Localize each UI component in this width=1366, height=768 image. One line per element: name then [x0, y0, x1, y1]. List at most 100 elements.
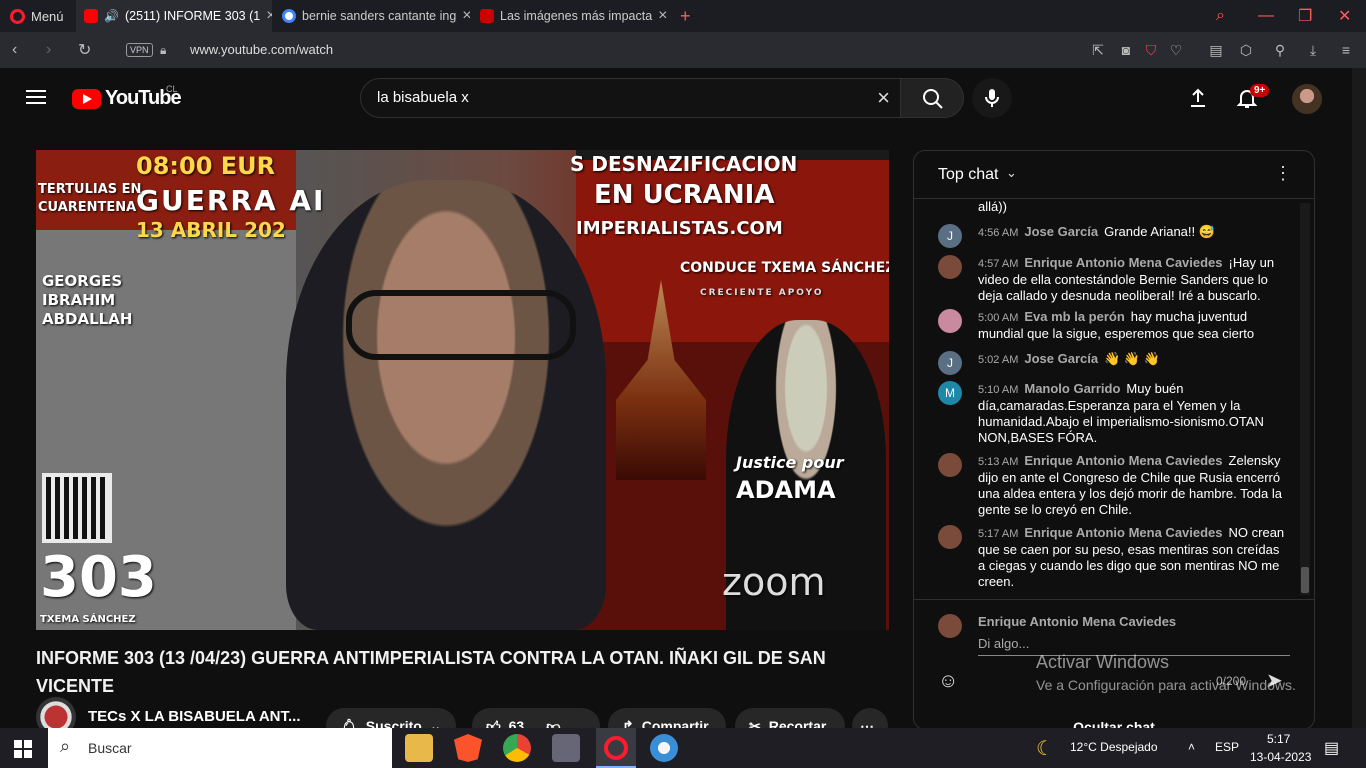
message-time: 5:10 AM — [978, 384, 1019, 396]
message-author[interactable]: Enrique Antonio Mena Caviedes — [1024, 453, 1222, 468]
heart-icon[interactable]: ♡ — [1168, 42, 1184, 58]
page-scrollbar[interactable] — [1352, 68, 1366, 730]
video-overlay-tertulias2: CUARENTENA — [38, 200, 137, 215]
camera-icon[interactable]: ◙ — [1118, 42, 1134, 58]
country-code: CL — [166, 84, 178, 94]
chevron-down-icon[interactable]: ⌄ — [1006, 165, 1017, 181]
browser-tab-bar: Menú 🔊 (2511) INFORME 303 (1 × bernie sa… — [0, 0, 1366, 32]
video-overlay-name2: IBRAHIM — [42, 291, 116, 309]
chat-header: Top chat ⌄ ⋮ — [914, 151, 1314, 199]
windows-start-icon[interactable] — [14, 740, 32, 758]
box-icon[interactable]: ⬡ — [1238, 42, 1254, 58]
chat-scrollbar[interactable] — [1300, 203, 1310, 595]
tab-youtube[interactable]: 🔊 (2511) INFORME 303 (1 × — [76, 0, 272, 32]
search-tabs-icon[interactable]: ⌕ — [1216, 0, 1225, 32]
search-input[interactable]: la bisabuela x × — [360, 78, 901, 118]
upload-icon[interactable] — [1186, 86, 1210, 110]
message-time: 5:13 AM — [978, 456, 1019, 468]
forward-icon[interactable]: › — [46, 32, 51, 68]
clock-time[interactable]: 5:17 — [1267, 732, 1290, 746]
message-text: 👋 👋 👋 — [1104, 351, 1160, 366]
video-player[interactable]: 08:00 EUR GUERRA AI 13 ABRIL 202 TERTULI… — [36, 150, 889, 630]
hamburger-menu-icon[interactable] — [26, 90, 46, 104]
message-author[interactable]: Jose García — [1024, 224, 1098, 239]
clear-search-icon[interactable]: × — [877, 85, 890, 111]
video-overlay-conduce: CONDUCE TXEMA SÁNCHEZ — [680, 260, 889, 276]
maximize-icon[interactable]: ❐ — [1298, 0, 1312, 32]
lock-icon[interactable]: 🔒︎ — [160, 32, 166, 68]
close-tab-icon[interactable]: × — [266, 7, 272, 25]
video-overlay-ucrania: EN UCRANIA — [594, 180, 775, 210]
avatar[interactable] — [938, 309, 962, 333]
emoji-icon[interactable]: ☺ — [938, 670, 958, 693]
taskbar-search[interactable]: ⌕ Buscar — [48, 728, 392, 768]
wallet-icon[interactable]: ▤ — [1208, 42, 1224, 58]
message-time: 4:56 AM — [978, 227, 1019, 239]
chrome-icon[interactable] — [503, 734, 531, 762]
video-overlay-time: 08:00 EUR — [136, 152, 276, 180]
avatar[interactable] — [938, 255, 962, 279]
language-indicator[interactable]: ESP — [1215, 740, 1239, 754]
chevron-up-icon[interactable]: ˄ — [1188, 740, 1195, 754]
profile-icon[interactable]: ⚲ — [1272, 42, 1288, 58]
paint-icon[interactable] — [650, 734, 678, 762]
opera-menu-button[interactable]: Menú — [0, 0, 74, 32]
back-icon[interactable]: ‹ — [12, 32, 17, 68]
tab-cnn[interactable]: Las imágenes más impacta × — [472, 0, 668, 32]
minimize-icon[interactable]: — — [1258, 0, 1274, 32]
message-author[interactable]: Enrique Antonio Mena Caviedes — [1024, 525, 1222, 540]
notification-center-icon[interactable]: ▤ — [1324, 738, 1339, 758]
chat-message: 5:17 AM Enrique Antonio Mena Caviedes NO c… — [938, 525, 1288, 590]
speaker-icon[interactable]: 🔊 — [104, 9, 119, 23]
vpn-badge[interactable]: VPN — [126, 43, 153, 57]
shield-icon[interactable]: ⛉ — [1143, 42, 1159, 58]
opera-taskbar-button[interactable] — [596, 728, 636, 768]
clock-date[interactable]: 13-04-2023 — [1250, 750, 1311, 764]
avatar[interactable]: M — [938, 381, 962, 405]
chat-message: 5:00 AM Eva mb la perón hay mucha juventud… — [938, 309, 1288, 342]
avatar[interactable] — [938, 453, 962, 477]
video-overlay-tertulias1: TERTULIAS EN — [38, 182, 142, 197]
youtube-logo[interactable]: YouTube — [72, 87, 182, 110]
opera-logo-icon — [10, 8, 25, 24]
search-icon: ⌕ — [60, 736, 71, 756]
search-value: la bisabuela x — [377, 89, 469, 106]
chat-more-icon[interactable]: ⋮ — [1274, 163, 1292, 184]
chat-mode-selector[interactable]: Top chat — [938, 166, 998, 184]
message-author[interactable]: Jose García — [1024, 351, 1098, 366]
download-icon[interactable]: ⤓ — [1305, 42, 1321, 58]
new-tab-button[interactable]: + — [672, 0, 696, 32]
weather-moon-icon[interactable]: ☾ — [1036, 736, 1054, 761]
cnn-icon — [480, 9, 494, 23]
voice-search-button[interactable] — [972, 78, 1012, 118]
channel-name[interactable]: TECs X LA BISABUELA ANT... — [88, 708, 301, 725]
easy-setup-icon[interactable]: ≡ — [1338, 42, 1354, 58]
notepad-icon[interactable] — [552, 734, 580, 762]
chat-scroll-thumb[interactable] — [1301, 567, 1309, 593]
avatar[interactable]: J — [938, 224, 962, 248]
search-button[interactable] — [900, 78, 964, 118]
close-tab-icon[interactable]: × — [658, 7, 667, 25]
weather-text[interactable]: 12°C Despejado — [1070, 740, 1158, 754]
avatar — [938, 614, 962, 638]
message-author[interactable]: Manolo Garrido — [1024, 381, 1120, 396]
video-overlay-justice1: Justice pour — [736, 453, 844, 472]
avatar[interactable] — [1292, 84, 1322, 114]
video-title: INFORME 303 (13 /04/23) GUERRA ANTIMPERI… — [36, 648, 826, 696]
file-explorer-icon[interactable] — [405, 734, 433, 762]
brave-icon[interactable] — [454, 734, 482, 762]
avatar[interactable]: J — [938, 351, 962, 375]
close-window-icon[interactable]: ✕ — [1338, 0, 1351, 32]
compose-author: Enrique Antonio Mena Caviedes — [978, 614, 1177, 629]
tab-google[interactable]: bernie sanders cantante ing × — [274, 0, 470, 32]
youtube-icon — [84, 9, 98, 23]
close-tab-icon[interactable]: × — [462, 7, 470, 25]
message-author[interactable]: Enrique Antonio Mena Caviedes — [1024, 255, 1222, 270]
microphone-icon — [985, 89, 999, 107]
send-icon[interactable]: ⇱ — [1090, 42, 1106, 58]
address-bar: ‹ › ↻ VPN 🔒︎ www.youtube.com/watch ⇱ ◙ ⛉… — [0, 32, 1366, 68]
url-field[interactable]: www.youtube.com/watch — [190, 42, 333, 57]
avatar[interactable] — [938, 525, 962, 549]
reload-icon[interactable]: ↻ — [78, 32, 91, 68]
message-author[interactable]: Eva mb la perón — [1024, 309, 1124, 324]
